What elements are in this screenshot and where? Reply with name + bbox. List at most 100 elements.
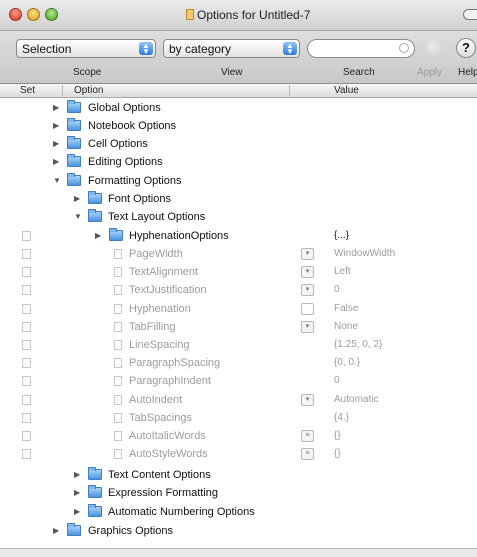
set-checkbox[interactable] — [22, 395, 31, 405]
folder-icon — [67, 523, 81, 536]
option-value[interactable]: {1.25, 0, 2} — [334, 336, 382, 354]
zoom-window-button[interactable] — [45, 8, 58, 21]
option-value[interactable]: Left — [334, 263, 351, 281]
disclosure-triangle-collapsed-icon[interactable]: ▶ — [95, 227, 101, 245]
disclosure-triangle-collapsed-icon[interactable]: ▶ — [53, 153, 59, 171]
disclosure-triangle-collapsed-icon[interactable]: ▶ — [53, 135, 59, 153]
option-row[interactable]: Hyphenation False — [0, 300, 477, 318]
set-checkbox[interactable] — [22, 304, 31, 314]
disclosure-triangle-collapsed-icon[interactable]: ▶ — [74, 466, 80, 484]
option-name: Hyphenation — [129, 303, 191, 315]
value-popup-button[interactable]: ▾ — [301, 321, 314, 333]
disclosure-triangle-collapsed-icon[interactable]: ▶ — [74, 484, 80, 502]
value-popup-button[interactable]: ▾ — [301, 266, 314, 278]
value-popup-button[interactable]: ▾ — [301, 284, 314, 296]
scope-popup[interactable]: Selection ▲ ▼ — [16, 39, 156, 58]
set-checkbox[interactable] — [22, 267, 31, 277]
column-header-set[interactable]: Set — [20, 85, 35, 96]
view-popup[interactable]: by category ▲ ▼ — [163, 39, 300, 58]
tree-row-text-layout-options[interactable]: ▼ Text Layout Options — [0, 208, 477, 226]
folder-icon — [67, 100, 81, 113]
set-checkbox[interactable] — [22, 231, 31, 241]
tree-row-text-content-options[interactable]: ▶ Text Content Options — [0, 466, 477, 484]
apply-button[interactable] — [423, 38, 443, 58]
search-input[interactable] — [307, 39, 415, 58]
disclosure-triangle-collapsed-icon[interactable]: ▶ — [74, 503, 80, 521]
set-checkbox[interactable] — [22, 449, 31, 459]
disclosure-triangle-expanded-icon[interactable]: ▼ — [74, 208, 82, 226]
option-value[interactable]: {} — [334, 445, 341, 463]
option-row[interactable]: TabFilling ▾ None — [0, 318, 477, 336]
option-name: AutoItalicWords — [129, 430, 206, 442]
disclosure-triangle-collapsed-icon[interactable]: ▶ — [53, 522, 59, 540]
minimize-window-button[interactable] — [27, 8, 40, 21]
option-name: AutoStyleWords — [129, 448, 208, 460]
option-value[interactable]: {} — [334, 427, 341, 445]
option-value[interactable]: {0, 0.} — [334, 354, 360, 372]
tree-row-editing-options[interactable]: ▶ Editing Options — [0, 153, 477, 171]
option-value[interactable]: WindowWidth — [334, 245, 395, 263]
set-checkbox[interactable] — [22, 358, 31, 368]
set-checkbox[interactable] — [22, 249, 31, 259]
column-divider[interactable] — [62, 85, 63, 96]
disclosure-triangle-expanded-icon[interactable]: ▼ — [53, 172, 61, 190]
title-bar: Options for Untitled-7 — [0, 0, 477, 31]
set-checkbox[interactable] — [22, 413, 31, 423]
set-checkbox[interactable] — [22, 285, 31, 295]
set-checkbox[interactable] — [22, 322, 31, 332]
tree-row-expression-formatting[interactable]: ▶ Expression Formatting — [0, 484, 477, 502]
option-document-icon — [114, 285, 122, 295]
column-header-value[interactable]: Value — [334, 85, 359, 96]
option-row[interactable]: TabSpacings {4.} — [0, 409, 477, 427]
option-document-icon — [114, 376, 122, 386]
tree-row-cell-options[interactable]: ▶ Cell Options — [0, 135, 477, 153]
set-checkbox[interactable] — [22, 376, 31, 386]
value-list-edit-button[interactable]: ≡ — [301, 430, 314, 442]
option-row[interactable]: AutoIndent ▾ Automatic — [0, 391, 477, 409]
value-popup-button[interactable]: ▾ — [301, 248, 314, 260]
option-document-icon — [114, 413, 122, 423]
option-value[interactable]: {4.} — [334, 409, 349, 427]
option-value[interactable]: 0 — [334, 281, 340, 299]
value-list-edit-button[interactable]: ≡ — [301, 448, 314, 460]
tree-label: Automatic Numbering Options — [108, 506, 255, 518]
value-popup-button[interactable]: ▾ — [301, 394, 314, 406]
column-header-option[interactable]: Option — [74, 85, 103, 96]
option-row[interactable]: PageWidth ▾ WindowWidth — [0, 245, 477, 263]
toolbar-toggle-button[interactable] — [463, 9, 477, 20]
option-value[interactable]: False — [334, 300, 358, 318]
column-divider[interactable] — [289, 85, 290, 96]
tree-label: Global Options — [88, 102, 161, 114]
disclosure-triangle-collapsed-icon[interactable]: ▶ — [74, 190, 80, 208]
set-checkbox[interactable] — [22, 340, 31, 350]
option-value[interactable]: None — [334, 318, 358, 336]
option-row[interactable]: ParagraphSpacing {0, 0.} — [0, 354, 477, 372]
tree-row-notebook-options[interactable]: ▶ Notebook Options — [0, 117, 477, 135]
option-row[interactable]: AutoItalicWords ≡ {} — [0, 427, 477, 445]
option-row[interactable]: TextJustification ▾ 0 — [0, 281, 477, 299]
tree-row-hyphenation-options[interactable]: ▶ HyphenationOptions {...} — [0, 227, 477, 245]
option-value[interactable]: Automatic — [334, 391, 378, 409]
tree-row-graphics-options[interactable]: ▶ Graphics Options — [0, 522, 477, 540]
option-row[interactable]: TextAlignment ▾ Left — [0, 263, 477, 281]
option-value[interactable]: 0 — [334, 372, 340, 390]
search-clear-icon[interactable] — [399, 43, 409, 53]
scope-popup-value: Selection — [22, 42, 72, 56]
value-checkbox[interactable] — [301, 303, 314, 315]
popup-arrows-icon: ▲ ▼ — [283, 42, 297, 56]
close-window-button[interactable] — [9, 8, 22, 21]
option-row[interactable]: ParagraphIndent 0 — [0, 372, 477, 390]
option-row[interactable]: AutoStyleWords ≡ {} — [0, 445, 477, 463]
disclosure-triangle-collapsed-icon[interactable]: ▶ — [53, 99, 59, 117]
set-checkbox[interactable] — [22, 431, 31, 441]
option-row[interactable]: LineSpacing {1.25, 0, 2} — [0, 336, 477, 354]
tree-row-automatic-numbering-options[interactable]: ▶ Automatic Numbering Options — [0, 503, 477, 521]
tree-row-font-options[interactable]: ▶ Font Options — [0, 190, 477, 208]
tree-row-formatting-options[interactable]: ▼ Formatting Options — [0, 172, 477, 190]
option-document-icon — [114, 340, 122, 350]
tree-row-global-options[interactable]: ▶ Global Options — [0, 99, 477, 117]
disclosure-triangle-collapsed-icon[interactable]: ▶ — [53, 117, 59, 135]
help-button[interactable]: ? — [456, 38, 476, 58]
folder-icon — [88, 485, 102, 498]
option-value[interactable]: {...} — [334, 227, 349, 245]
